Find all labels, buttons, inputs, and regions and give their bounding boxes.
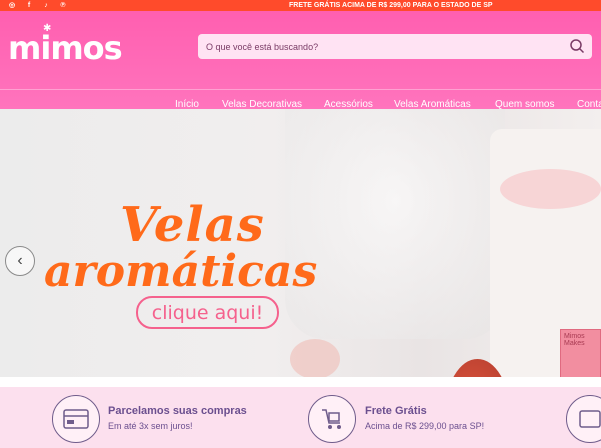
- feature-shipping-subtitle: Acima de R$ 299,00 para SP!: [365, 421, 485, 431]
- carousel-prev-button[interactable]: ‹: [5, 246, 35, 276]
- hero-cta-button[interactable]: clique aqui!: [136, 296, 279, 329]
- hero-fig-slice-image: [290, 339, 340, 377]
- social-links: ◎ f ♪ ℗: [0, 2, 67, 10]
- pinterest-icon[interactable]: ℗: [59, 2, 67, 10]
- search-bar[interactable]: O que você está buscando?: [198, 34, 592, 59]
- hero-candle-label: Mimos Makes: [560, 329, 601, 377]
- features-strip: Parcelamos suas compras Em até 3x sem ju…: [0, 387, 601, 448]
- credit-card-icon: [52, 395, 100, 443]
- chevron-left-icon: ‹: [17, 252, 23, 269]
- hero-banner[interactable]: Mimos Makes Velas aromáticas clique aqui…: [0, 109, 601, 377]
- feature-installments-subtitle: Em até 3x sem juros!: [108, 421, 193, 431]
- top-promo-bar: ◎ f ♪ ℗ FRETE GRÁTIS ACIMA DE R$ 299,00 …: [0, 0, 601, 11]
- promo-text: FRETE GRÁTIS ACIMA DE R$ 299,00 PARA O E…: [289, 2, 493, 9]
- logo-star-icon: ✱: [43, 23, 52, 34]
- tiktok-icon[interactable]: ♪: [42, 2, 50, 10]
- instagram-icon[interactable]: ◎: [8, 2, 16, 10]
- facebook-icon[interactable]: f: [25, 2, 33, 10]
- site-header: mimos ✱ O que você está buscando? Início…: [0, 11, 601, 110]
- hero-title-line1: Velas: [120, 197, 265, 253]
- hero-candle-wax: [500, 169, 601, 209]
- feature-shipping-title: Frete Grátis: [365, 405, 427, 417]
- search-input[interactable]: O que você está buscando?: [206, 42, 318, 52]
- search-icon[interactable]: [569, 38, 585, 54]
- site-logo[interactable]: mimos: [8, 29, 123, 67]
- delivery-cart-icon: [308, 395, 356, 443]
- hero-title-line2: aromáticas: [44, 246, 318, 297]
- feature-third-icon: [566, 395, 601, 443]
- feature-installments-title: Parcelamos suas compras: [108, 405, 247, 417]
- hero-glass-image: [285, 109, 505, 339]
